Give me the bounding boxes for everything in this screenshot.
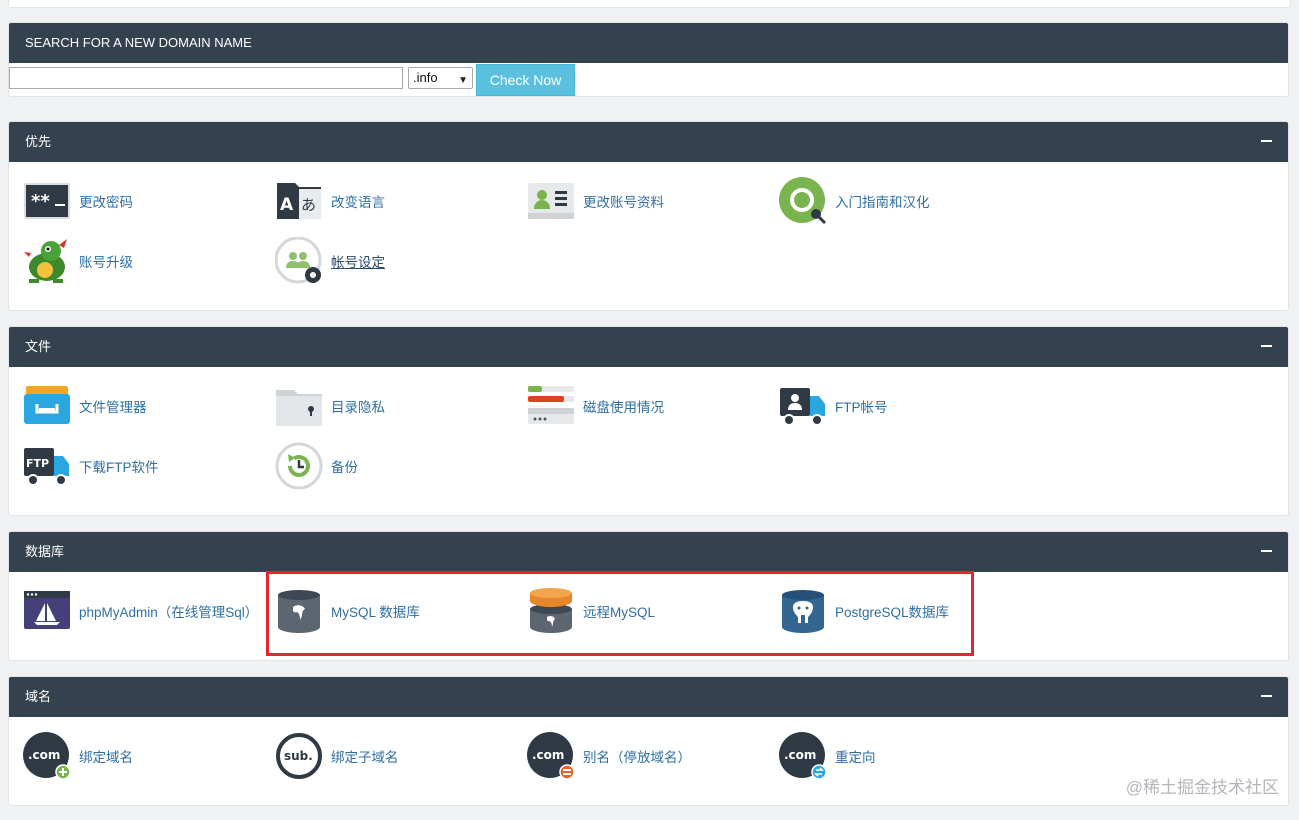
watermark: @稀土掘金技术社区 [1125,778,1279,797]
svg-text:sub.: sub. [284,749,313,763]
item-label: FTP帐号 [835,400,888,415]
remote-mysql-icon [527,587,575,635]
item-phpmyadmin[interactable]: phpMyAdmin（在线管理Sql） [23,586,258,636]
addon-domain-icon: .com [23,732,71,780]
item-directory-privacy[interactable]: 目录隐私 [275,381,385,431]
svg-text:あ: あ [301,196,316,214]
domains-panel: 域名 .com 绑定域名 sub. 绑定子域名 .com 别名（停放域名） .c… [8,676,1289,806]
item-label: 绑定子域名 [331,750,399,765]
disk-usage-icon [527,382,575,430]
item-label: 重定向 [835,750,876,765]
item-disk-usage[interactable]: 磁盘使用情况 [527,381,664,431]
files-header: 文件 [9,327,1288,367]
item-aliases[interactable]: .com 别名（停放域名） [527,731,691,781]
collapse-icon[interactable] [1261,345,1272,347]
item-label: phpMyAdmin（在线管理Sql） [79,605,259,620]
collapse-icon[interactable] [1261,550,1272,552]
item-label: MySQL 数据库 [331,605,420,620]
redirect-icon: .com [779,732,827,780]
item-label: 帐号设定 [331,255,385,270]
item-change-password[interactable]: ** 更改密码 [23,176,133,226]
dragon-upgrade-icon [23,237,71,285]
domain-search-panel: SEARCH FOR A NEW DOMAIN NAME .info ▼ Che… [8,22,1289,97]
directory-privacy-icon [275,382,323,430]
phpmyadmin-icon [23,587,71,635]
item-redirects[interactable]: .com 重定向 [779,731,876,781]
item-label: 远程MySQL [583,605,656,620]
domain-search-input[interactable] [9,67,403,89]
item-label: 文件管理器 [79,400,147,415]
item-label: 入门指南和汉化 [835,195,930,210]
collapse-icon[interactable] [1261,695,1272,697]
item-remote-mysql[interactable]: 远程MySQL [527,586,655,636]
check-now-button[interactable]: Check Now [476,64,575,96]
language-icon: Aあ [275,177,323,225]
ftp-accounts-icon [779,382,827,430]
item-label: 更改账号资料 [583,195,664,210]
domains-title: 域名 [25,689,52,704]
item-label: 下载FTP软件 [79,460,159,475]
files-panel: 文件 文件管理器 目录隐私 磁盘使用情况 FTP帐号 FTP 下载FTP软件 备… [8,326,1289,516]
tld-selected-value: .info [413,70,438,85]
item-label: PostgreSQL数据库 [835,605,950,620]
domains-header: 域名 [9,677,1288,717]
account-settings-icon [275,237,323,285]
item-label: 目录隐私 [331,400,385,415]
item-change-language[interactable]: Aあ 改变语言 [275,176,385,226]
collapse-icon[interactable] [1261,140,1272,142]
svg-text:A: A [280,195,294,215]
svg-text:.com: .com [784,748,816,762]
svg-text:.com: .com [532,748,564,762]
item-label: 磁盘使用情况 [583,400,664,415]
item-subdomains[interactable]: sub. 绑定子域名 [275,731,399,781]
preferences-panel: 优先 ** 更改密码 Aあ 改变语言 更改账号资料 入门指南和汉化 账号升级 帐… [8,121,1289,311]
item-account-upgrade[interactable]: 账号升级 [23,236,133,286]
domain-search-header: SEARCH FOR A NEW DOMAIN NAME [9,23,1288,63]
domain-search-title: SEARCH FOR A NEW DOMAIN NAME [25,35,252,50]
contact-info-icon [527,177,575,225]
item-backup[interactable]: 备份 [275,441,358,491]
svg-text:.com: .com [28,748,60,762]
item-account-settings[interactable]: 帐号设定 [275,236,385,286]
subdomain-icon: sub. [275,732,323,780]
postgresql-database-icon [779,587,827,635]
item-addon-domains[interactable]: .com 绑定域名 [23,731,133,781]
item-ftp-download[interactable]: FTP 下载FTP软件 [23,441,159,491]
svg-text:**: ** [31,191,50,212]
preferences-header: 优先 [9,122,1288,162]
top-panel-edge [8,0,1291,8]
alias-domain-icon: .com [527,732,575,780]
item-label: 别名（停放域名） [583,750,691,765]
svg-text:FTP: FTP [26,457,49,470]
password-icon: ** [23,177,71,225]
file-manager-icon [23,382,71,430]
backup-icon [275,442,323,490]
item-label: 备份 [331,460,358,475]
ftp-download-icon: FTP [23,442,71,490]
item-getting-started[interactable]: 入门指南和汉化 [779,176,930,226]
databases-panel: 数据库 phpMyAdmin（在线管理Sql） MySQL 数据库 远程MySQ… [8,531,1289,661]
item-ftp-accounts[interactable]: FTP帐号 [779,381,888,431]
item-file-manager[interactable]: 文件管理器 [23,381,147,431]
item-contact-info[interactable]: 更改账号资料 [527,176,664,226]
item-label: 改变语言 [331,195,385,210]
databases-title: 数据库 [25,544,65,559]
item-postgresql-databases[interactable]: PostgreSQL数据库 [779,586,949,636]
tld-select[interactable]: .info ▼ [408,67,473,89]
databases-header: 数据库 [9,532,1288,572]
files-title: 文件 [25,339,52,354]
item-label: 账号升级 [79,255,133,270]
item-label: 绑定域名 [79,750,133,765]
preferences-title: 优先 [25,134,52,149]
item-mysql-databases[interactable]: MySQL 数据库 [275,586,420,636]
mysql-database-icon [275,587,323,635]
getting-started-icon [779,177,827,225]
chevron-down-icon: ▼ [458,75,468,86]
item-label: 更改密码 [79,195,133,210]
